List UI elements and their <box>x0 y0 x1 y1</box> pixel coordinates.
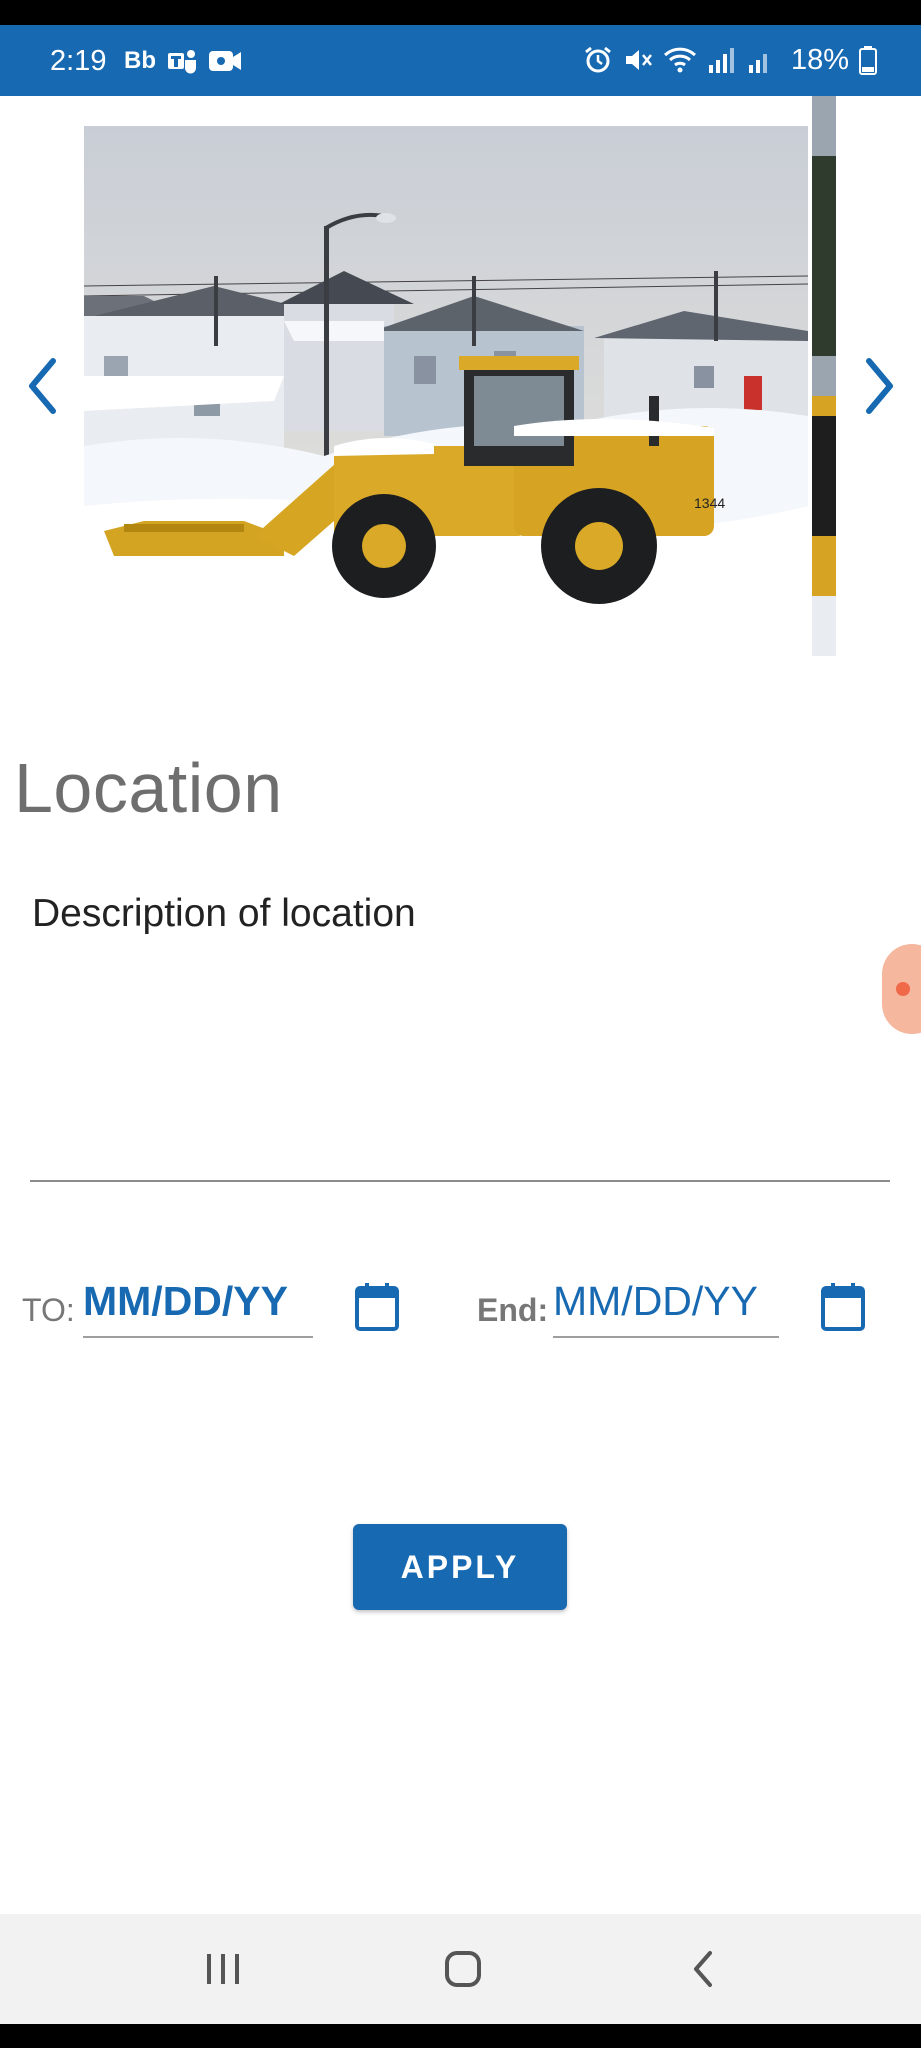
carousel-prev-button[interactable] <box>12 346 72 426</box>
top-black-bar <box>0 0 921 25</box>
location-description-field[interactable]: Description of location <box>30 880 890 1182</box>
carrier-badge: Bb <box>124 47 156 74</box>
status-right-icons: 18% <box>583 43 877 77</box>
recent-apps-button[interactable] <box>183 1936 263 2002</box>
status-left-icons: Bb <box>124 45 242 77</box>
recent-apps-icon <box>207 1954 239 1984</box>
back-icon <box>694 1951 712 1987</box>
video-icon <box>209 51 241 71</box>
chevron-right-icon <box>866 358 893 414</box>
chevron-left-icon <box>29 358 56 414</box>
status-time: 2:19 <box>50 45 107 77</box>
home-button[interactable] <box>423 1936 503 2002</box>
carousel-image-snow-loader[interactable]: 1344 <box>84 126 808 624</box>
wifi-icon <box>663 47 696 73</box>
android-navigation-bar <box>0 1914 921 2024</box>
bottom-black-bar <box>0 2024 921 2048</box>
alarm-icon <box>585 46 611 73</box>
battery-percent: 18% <box>790 43 849 76</box>
signal-2-icon <box>748 54 767 73</box>
image-carousel[interactable]: 1344 <box>0 96 921 676</box>
end-calendar-icon[interactable] <box>820 1282 866 1332</box>
battery-icon <box>859 46 877 75</box>
next-photo-preview <box>812 96 836 656</box>
apply-button[interactable]: APPLY <box>353 1524 567 1610</box>
end-date-input[interactable]: MM/DD/YY <box>553 1278 779 1338</box>
to-calendar-icon[interactable] <box>354 1282 400 1332</box>
to-date-label: TO: <box>22 1292 75 1328</box>
to-date-input[interactable]: MM/DD/YY <box>83 1278 313 1338</box>
mute-icon <box>625 50 652 70</box>
carousel-next-button[interactable] <box>850 346 910 426</box>
carousel-next-image-peek[interactable] <box>812 96 836 656</box>
svg-text:1344: 1344 <box>694 495 725 511</box>
teams-icon <box>168 50 196 74</box>
snow-plow-photo: 1344 <box>84 126 808 624</box>
location-heading: Location <box>14 749 283 827</box>
status-bar: 2:19 Bb 18% <box>0 25 921 96</box>
end-date-label: End: <box>477 1292 549 1328</box>
description-placeholder: Description of location <box>32 892 416 935</box>
home-icon <box>445 1951 481 1987</box>
date-range-row: TO: MM/DD/YY End: MM/DD/YY <box>0 1270 921 1360</box>
floating-action-button-peek[interactable] <box>882 944 921 1034</box>
signal-icon <box>708 48 734 73</box>
back-button[interactable] <box>663 1936 743 2002</box>
